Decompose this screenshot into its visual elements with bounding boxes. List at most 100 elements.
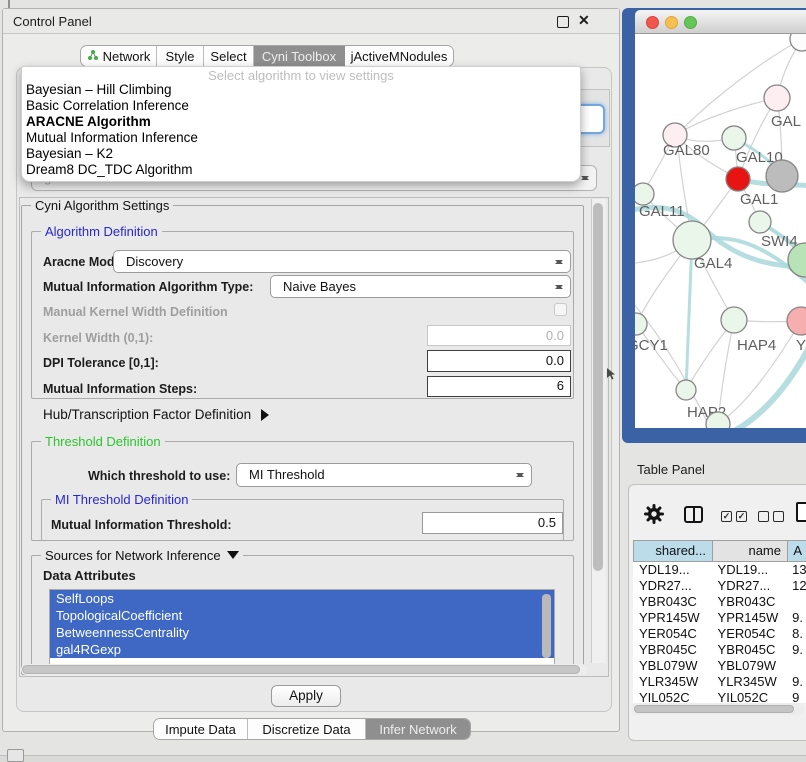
apply-button[interactable]: Apply (271, 685, 341, 707)
table-cell: YLR345W (633, 674, 712, 690)
tab-network[interactable]: Network (81, 46, 157, 66)
which-threshold-label: Which threshold to use: (88, 469, 230, 483)
tab-cyni-toolbox[interactable]: Cyni Toolbox (254, 46, 345, 66)
document-icon[interactable] (796, 502, 806, 522)
network-node-gal10[interactable] (722, 126, 746, 150)
table-row[interactable]: YDL19...YDL19...13 (633, 562, 806, 578)
network-window-titlebar[interactable] (635, 10, 806, 34)
network-node[interactable] (790, 34, 806, 51)
checked-box-icon[interactable]: ✓ (721, 511, 732, 522)
network-node-gcy1[interactable] (635, 313, 647, 335)
cyni-settings-legend: Cyni Algorithm Settings (31, 198, 173, 213)
table-row[interactable]: YBR045CYBR045C9. (633, 642, 806, 658)
hub-definition-toggle[interactable]: Hub/Transcription Factor Definition (43, 407, 269, 422)
column-header[interactable]: A (787, 541, 806, 561)
algorithm-option[interactable]: ARACNE Algorithm (26, 114, 576, 130)
combo-arrows-icon (516, 469, 524, 481)
column-header[interactable]: shared... (633, 541, 712, 561)
table-row[interactable]: YBR043CYBR043C (633, 594, 806, 610)
network-icon (87, 49, 99, 64)
sources-legend[interactable]: Sources for Network Inference (41, 548, 243, 563)
data-attributes-list[interactable]: SelfLoopsTopologicalCoefficientBetweenne… (49, 589, 555, 665)
unchecked-box-icon[interactable] (773, 511, 784, 522)
network-node-y[interactable] (787, 307, 806, 335)
table-cell: YDR27... (712, 578, 787, 594)
table-row[interactable]: YBL079WYBL079W (633, 658, 806, 674)
dpi-tolerance-field[interactable]: 0.0 (427, 350, 571, 372)
network-node-hap2[interactable] (676, 380, 696, 400)
checked-box-icon[interactable]: ✓ (736, 511, 747, 522)
table-cell: YBL079W (633, 658, 712, 674)
attribute-item[interactable]: BetweennessCentrality (50, 624, 554, 641)
table-cell: YPR145W (633, 610, 712, 626)
algorithm-option[interactable]: Bayesian – K2 (26, 146, 576, 162)
network-node-hap4[interactable] (721, 307, 747, 333)
kernel-width-field[interactable]: 0.0 (427, 325, 571, 346)
mi-threshold-field[interactable]: 0.5 (422, 512, 563, 534)
algorithm-popup-items: Bayesian – Hill ClimbingBasic Correlatio… (26, 82, 576, 178)
settings-vscrollbar-thumb[interactable] (593, 203, 603, 571)
tab-jactivemnodules[interactable]: jActiveMNodules (345, 46, 453, 66)
attribute-item[interactable]: gal4RGexp (50, 641, 554, 658)
network-node-gal1[interactable] (726, 167, 750, 191)
combo-arrows-icon (555, 256, 563, 268)
minimize-traffic-light-icon[interactable] (665, 16, 678, 29)
network-node-gal11[interactable] (635, 183, 654, 205)
which-threshold-combo[interactable]: MI Threshold (236, 463, 532, 487)
tab-infer-network[interactable]: Infer Network (366, 719, 470, 739)
network-node-gal4[interactable] (673, 221, 711, 259)
close-icon[interactable]: ✕ (578, 12, 590, 29)
table-cell: YBR043C (712, 594, 787, 610)
unchecked-box-icon[interactable] (758, 511, 769, 522)
algorithm-option[interactable]: Basic Correlation Inference (26, 98, 576, 114)
algorithm-option[interactable]: Bayesian – Hill Climbing (26, 82, 576, 98)
network-node-gal[interactable] (764, 85, 790, 111)
network-node[interactable] (766, 160, 798, 192)
attribute-item[interactable]: SelfLoops (50, 590, 554, 607)
algorithm-option[interactable]: Dream8 DC_TDC Algorithm (26, 162, 576, 178)
table-cell: YIL052C (712, 690, 787, 703)
tab-label: Style (166, 49, 195, 64)
table-row[interactable]: YER054CYER054C8. (633, 626, 806, 642)
float-icon[interactable] (557, 16, 569, 28)
tab-style[interactable]: Style (157, 46, 204, 66)
aracne-mode-combo[interactable]: Discovery (113, 250, 571, 273)
table-hscrollbar-thumb[interactable] (634, 705, 794, 713)
tab-label: Impute Data (165, 722, 236, 737)
tab-discretize-data[interactable]: Discretize Data (248, 719, 366, 739)
tab-select[interactable]: Select (204, 46, 254, 66)
mi-threshold-legend: MI Threshold Definition (51, 492, 192, 507)
mi-algo-type-label: Mutual Information Algorithm Type: (43, 280, 253, 294)
screen: Control Panel ✕ NetworkStyleSelectCyni T… (0, 0, 806, 762)
threshold-definition-legend: Threshold Definition (41, 434, 165, 449)
zoom-traffic-light-icon[interactable] (684, 16, 697, 29)
table-row[interactable]: YPR145WYPR145W9. (633, 610, 806, 626)
collapse-down-icon (227, 551, 239, 559)
algorithm-option[interactable]: Mutual Information Inference (26, 130, 576, 146)
tab-label: Cyni Toolbox (262, 49, 336, 64)
gear-icon[interactable] (644, 504, 664, 524)
network-node-swi4[interactable] (749, 211, 771, 233)
attributes-scrollbar[interactable] (542, 594, 551, 658)
settings-hscrollbar-thumb[interactable] (22, 665, 580, 674)
close-traffic-light-icon[interactable] (646, 16, 659, 29)
table-row[interactable]: YIL052CYIL052C9 (633, 690, 806, 703)
table-row[interactable]: YLR345WYLR345W9. (633, 674, 806, 690)
table-cell: YER054C (633, 626, 712, 642)
table-cell: 8. (786, 626, 806, 642)
aracne-mode-value: Discovery (126, 251, 183, 272)
attribute-item[interactable]: TopologicalCoefficient (50, 607, 554, 624)
tab-label: Select (210, 49, 246, 64)
mi-steps-field[interactable]: 6 (427, 376, 571, 397)
mi-algo-type-combo[interactable]: Naive Bayes (270, 275, 571, 298)
minimized-panel-icon[interactable] (7, 749, 24, 762)
tab-impute-data[interactable]: Impute Data (154, 719, 248, 739)
split-table-icon[interactable] (684, 506, 703, 523)
column-header[interactable]: name (712, 541, 787, 561)
network-view-window[interactable]: GALGAL80GAL10GAL1GAL11GAL4SWI4GCY1HAP4YH… (622, 8, 806, 443)
manual-kernel-checkbox[interactable] (554, 303, 567, 316)
tab-label: Network (103, 49, 151, 64)
table-row[interactable]: YDR27...YDR27...12 (633, 578, 806, 594)
expand-right-icon (261, 409, 269, 421)
network-canvas[interactable]: GALGAL80GAL10GAL1GAL11GAL4SWI4GCY1HAP4YH… (635, 34, 806, 428)
